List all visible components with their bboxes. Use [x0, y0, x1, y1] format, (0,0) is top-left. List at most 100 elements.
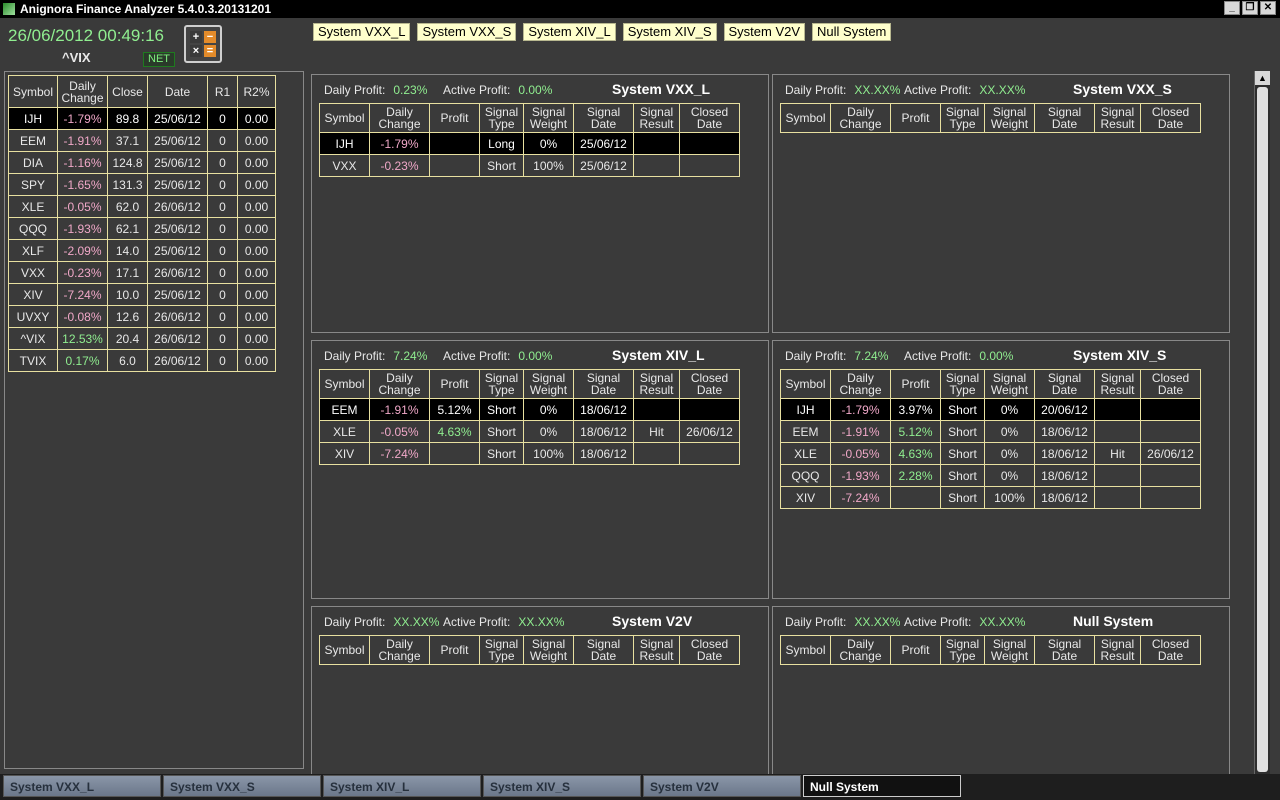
column-header-signal-date[interactable]: Signal Date: [573, 635, 634, 665]
table-row[interactable]: IJH -1.79% Long 0% 25/06/12: [319, 132, 740, 155]
table-row[interactable]: QQQ -1.93% 62.1 25/06/12 0 0.00: [8, 217, 276, 240]
maximize-button[interactable]: ❐: [1242, 1, 1258, 15]
column-header-daily-change[interactable]: Daily Change: [369, 635, 430, 665]
column-header-closed-date[interactable]: Closed Date: [679, 103, 740, 133]
table-row[interactable]: VXX -0.23% Short 100% 25/06/12: [319, 154, 740, 177]
table-row[interactable]: VXX -0.23% 17.1 26/06/12 0 0.00: [8, 261, 276, 284]
column-header-signal-date[interactable]: Signal Date: [1034, 369, 1095, 399]
system-panel-system-vxx-l: Daily Profit: 0.23% Active Profit: 0.00% Sys…: [311, 74, 769, 333]
column-header-signal-date[interactable]: Signal Date: [573, 369, 634, 399]
calculator-button[interactable]: + − × =: [184, 25, 222, 63]
tab-null-system[interactable]: Null System: [803, 775, 961, 797]
column-header-signal-type[interactable]: Signal Type: [479, 635, 524, 665]
column-header-signal-weight[interactable]: Signal Weight: [523, 635, 574, 665]
column-header-r2[interactable]: R2%: [237, 75, 276, 108]
scroll-up-icon[interactable]: ▲: [1255, 71, 1270, 85]
column-header-signal-date[interactable]: Signal Date: [573, 103, 634, 133]
table-row[interactable]: XLE -0.05% 4.63% Short 0% 18/06/12 Hit 26/06/12: [780, 442, 1201, 465]
column-header-signal-type[interactable]: Signal Type: [940, 103, 985, 133]
table-row[interactable]: IJH -1.79% 3.97% Short 0% 20/06/12: [780, 398, 1201, 421]
table-row[interactable]: EEM -1.91% 5.12% Short 0% 18/06/12: [780, 420, 1201, 443]
tab-system-vxx-s[interactable]: System VXX_S: [163, 775, 321, 797]
system-button-xiv-s[interactable]: System XIV_S: [622, 23, 717, 41]
column-header-signal-date[interactable]: Signal Date: [1034, 103, 1095, 133]
table-row[interactable]: XIV -7.24% Short 100% 18/06/12: [319, 442, 740, 465]
table-row[interactable]: UVXY -0.08% 12.6 26/06/12 0 0.00: [8, 305, 276, 328]
vertical-scrollbar[interactable]: ▲ ▼: [1254, 71, 1270, 789]
column-header-profit[interactable]: Profit: [890, 103, 941, 133]
column-header-signal-weight[interactable]: Signal Weight: [523, 369, 574, 399]
column-header-profit[interactable]: Profit: [890, 635, 941, 665]
table-row[interactable]: TVIX 0.17% 6.0 26/06/12 0 0.00: [8, 349, 276, 372]
minimize-button[interactable]: _: [1224, 1, 1240, 15]
column-header-daily-change[interactable]: Daily Change: [830, 103, 891, 133]
column-header-symbol[interactable]: Symbol: [319, 103, 370, 133]
column-header-r1[interactable]: R1: [207, 75, 238, 108]
column-header-symbol[interactable]: Symbol: [319, 369, 370, 399]
column-header-signal-weight[interactable]: Signal Weight: [984, 103, 1035, 133]
column-header-symbol[interactable]: Symbol: [8, 75, 58, 108]
column-header-signal-type[interactable]: Signal Type: [479, 369, 524, 399]
tab-system-xiv-l[interactable]: System XIV_L: [323, 775, 481, 797]
column-header-signal-weight[interactable]: Signal Weight: [523, 103, 574, 133]
column-header-profit[interactable]: Profit: [429, 103, 480, 133]
column-header-daily-change[interactable]: Daily Change: [830, 369, 891, 399]
table-row[interactable]: QQQ -1.93% 2.28% Short 0% 18/06/12: [780, 464, 1201, 487]
tab-system-xiv-s[interactable]: System XIV_S: [483, 775, 641, 797]
table-row[interactable]: XLE -0.05% 62.0 26/06/12 0 0.00: [8, 195, 276, 218]
column-header-signal-result[interactable]: Signal Result: [633, 103, 680, 133]
column-header-signal-type[interactable]: Signal Type: [940, 369, 985, 399]
tab-system-vxx-l[interactable]: System VXX_L: [3, 775, 161, 797]
system-button-null[interactable]: Null System: [812, 23, 892, 41]
table-row[interactable]: XIV -7.24% Short 100% 18/06/12: [780, 486, 1201, 509]
column-header-profit[interactable]: Profit: [890, 369, 941, 399]
column-header-signal-weight[interactable]: Signal Weight: [984, 369, 1035, 399]
column-header-daily-change[interactable]: Daily Change: [369, 369, 430, 399]
table-row[interactable]: SPY -1.65% 131.3 25/06/12 0 0.00: [8, 173, 276, 196]
column-header-signal-result[interactable]: Signal Result: [1094, 103, 1141, 133]
table-cell: XLF: [8, 239, 58, 262]
close-button[interactable]: ✕: [1260, 1, 1276, 15]
column-header-date[interactable]: Date: [147, 75, 208, 108]
table-row[interactable]: EEM -1.91% 37.1 25/06/12 0 0.00: [8, 129, 276, 152]
column-header-signal-weight[interactable]: Signal Weight: [984, 635, 1035, 665]
column-header-signal-date[interactable]: Signal Date: [1034, 635, 1095, 665]
table-row[interactable]: DIA -1.16% 124.8 25/06/12 0 0.00: [8, 151, 276, 174]
table-row[interactable]: XLE -0.05% 4.63% Short 0% 18/06/12 Hit 26/06/12: [319, 420, 740, 443]
column-header-closed-date[interactable]: Closed Date: [679, 369, 740, 399]
table-row[interactable]: XIV -7.24% 10.0 25/06/12 0 0.00: [8, 283, 276, 306]
table-row[interactable]: XLF -2.09% 14.0 25/06/12 0 0.00: [8, 239, 276, 262]
table-cell: -1.16%: [57, 151, 108, 174]
column-header-signal-type[interactable]: Signal Type: [479, 103, 524, 133]
column-header-closed-date[interactable]: Closed Date: [1140, 103, 1201, 133]
table-row[interactable]: ^VIX 12.53% 20.4 26/06/12 0 0.00: [8, 327, 276, 350]
tab-system-v2v[interactable]: System V2V: [643, 775, 801, 797]
system-button-xiv-l[interactable]: System XIV_L: [523, 23, 616, 41]
column-header-closed-date[interactable]: Closed Date: [1140, 369, 1201, 399]
column-header-symbol[interactable]: Symbol: [319, 635, 370, 665]
column-header-profit[interactable]: Profit: [429, 635, 480, 665]
column-header-signal-result[interactable]: Signal Result: [633, 369, 680, 399]
table-row[interactable]: IJH -1.79% 89.8 25/06/12 0 0.00: [8, 107, 276, 130]
column-header-daily-change[interactable]: Daily Change: [57, 75, 108, 108]
table-cell: XIV: [780, 486, 831, 509]
column-header-daily-change[interactable]: Daily Change: [369, 103, 430, 133]
column-header-profit[interactable]: Profit: [429, 369, 480, 399]
column-header-closed-date[interactable]: Closed Date: [1140, 635, 1201, 665]
column-header-daily-change[interactable]: Daily Change: [830, 635, 891, 665]
column-header-symbol[interactable]: Symbol: [780, 635, 831, 665]
column-header-symbol[interactable]: Symbol: [780, 369, 831, 399]
table-row[interactable]: EEM -1.91% 5.12% Short 0% 18/06/12: [319, 398, 740, 421]
column-header-signal-result[interactable]: Signal Result: [633, 635, 680, 665]
column-header-signal-type[interactable]: Signal Type: [940, 635, 985, 665]
system-button-v2v[interactable]: System V2V: [723, 23, 806, 41]
table-cell: [890, 486, 941, 509]
system-button-vxx-l[interactable]: System VXX_L: [313, 23, 411, 41]
column-header-signal-result[interactable]: Signal Result: [1094, 369, 1141, 399]
system-button-vxx-s[interactable]: System VXX_S: [417, 23, 517, 41]
column-header-closed-date[interactable]: Closed Date: [679, 635, 740, 665]
scroll-thumb[interactable]: [1257, 87, 1268, 772]
column-header-signal-result[interactable]: Signal Result: [1094, 635, 1141, 665]
column-header-close[interactable]: Close: [107, 75, 148, 108]
column-header-symbol[interactable]: Symbol: [780, 103, 831, 133]
